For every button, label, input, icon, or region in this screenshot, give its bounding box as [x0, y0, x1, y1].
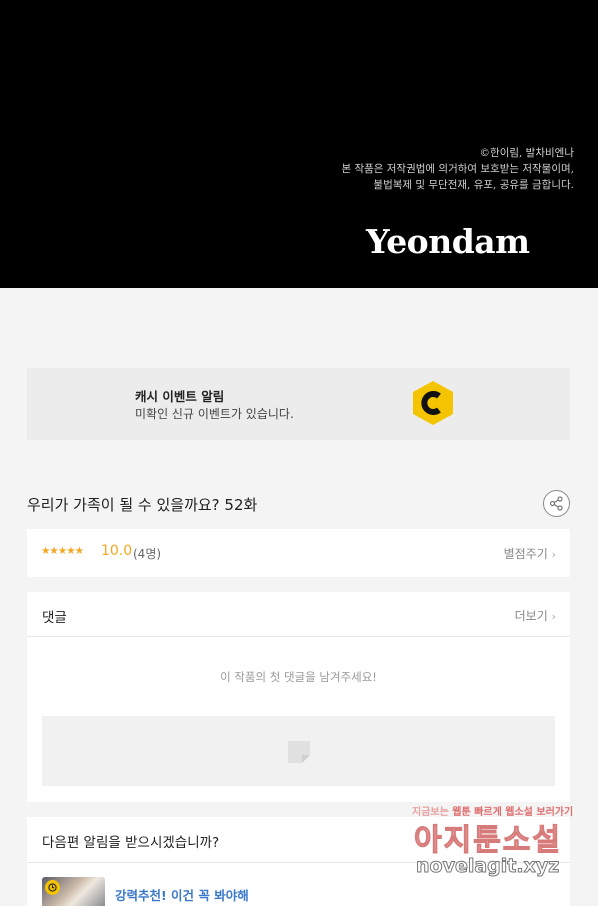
copyright-line: 불법복제 및 무단전재, 유포, 공유를 금합니다. [373, 179, 574, 191]
promo-thumbnail[interactable] [42, 877, 105, 906]
next-episode-question: 다음편 알림을 받으시겠습니까? [42, 835, 220, 851]
watermark-logo-text: 아지툰소설 [414, 823, 562, 859]
copyright-line: ©한이림, 발차비엔나 [479, 147, 574, 159]
more-link-label: 더보기 [514, 609, 548, 623]
share-icon [549, 496, 563, 511]
copyright-notice: ©한이림, 발차비엔나 본 작품은 저작권법에 의거하여 보호받는 저작물이며,… [341, 145, 574, 193]
chevron-right-icon: › [551, 610, 556, 623]
episode-title: 우리가 가족이 될 수 있을까요? 52화 [27, 496, 258, 514]
promo-link[interactable]: 강력추천! 이건 꼭 봐야해 [115, 885, 249, 904]
comments-header: 댓글 더보기 › [27, 592, 570, 637]
comments-title: 댓글 [42, 610, 67, 626]
comments-card: 댓글 더보기 › 이 작품의 첫 댓글을 남겨주세요! [27, 592, 570, 802]
chevron-right-icon: › [551, 548, 556, 561]
clock-icon [45, 880, 60, 895]
rating-card: ★★★★★ 10.0 (4명) 별점주기 › [27, 529, 570, 577]
copyright-line: 본 작품은 저작권법에 의거하여 보호받는 저작물이며, [341, 163, 574, 175]
comment-input[interactable] [42, 716, 555, 786]
cash-event-subtitle: 미확인 신규 이벤트가 있습니다. [135, 407, 294, 421]
cash-event-title: 캐시 이벤트 알림 [135, 389, 225, 404]
comments-more-link[interactable]: 더보기 › [515, 607, 556, 624]
comment-placeholder-icon [288, 741, 310, 763]
site-watermark: 지금보는 웹툰 빠르게 웹소설 보러가기 아지툰소설 novelagit.xyz [408, 803, 578, 883]
coin-c-icon [413, 381, 453, 425]
rate-link[interactable]: 별점주기 › [504, 545, 556, 562]
cash-event-banner[interactable]: 캐시 이벤트 알림 미확인 신규 이벤트가 있습니다. [27, 368, 570, 440]
rating-score: 10.0 [101, 543, 133, 559]
rating-count: (4명) [133, 547, 162, 561]
empty-comments-message: 이 작품의 첫 댓글을 남겨주세요! [220, 670, 377, 684]
publisher-logo: Yeondam [366, 222, 530, 261]
share-button[interactable] [543, 490, 570, 517]
hero-banner: ©한이림, 발차비엔나 본 작품은 저작권법에 의거하여 보호받는 저작물이며,… [0, 0, 598, 288]
rating-stars: ★★★★★ [41, 545, 84, 557]
watermark-url: novelagit.xyz [415, 855, 560, 878]
rate-link-label: 별점주기 [503, 547, 548, 561]
